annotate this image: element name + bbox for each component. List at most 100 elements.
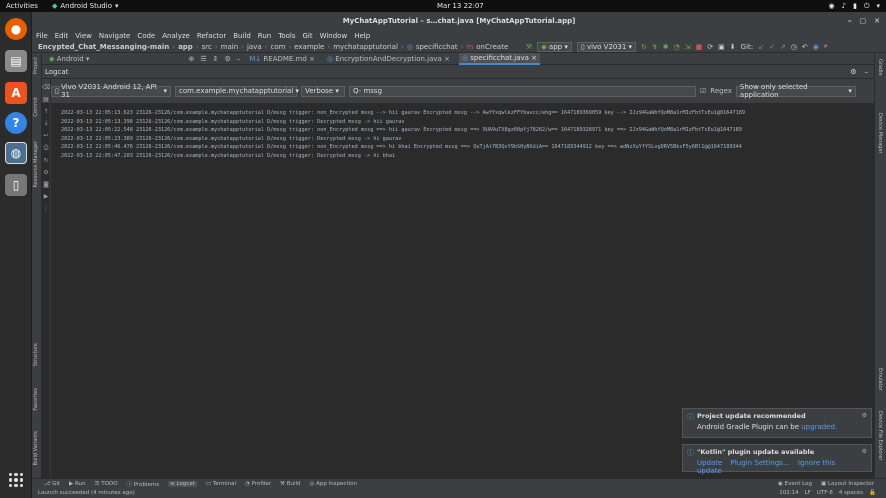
device-manager-icon[interactable]: ▣ [718,43,725,51]
git-rollback-icon[interactable]: ↶ [802,43,808,51]
log-line[interactable]: 2022-03-13 22:05:13.398 23126-23126/com.… [51,118,874,127]
gear-icon[interactable]: ⚙ [850,68,856,76]
tab-commit[interactable]: Commit [33,97,39,117]
breadcrumb-project[interactable]: Encypted_Chat_Messanging-main [38,43,169,51]
attach-debugger-icon[interactable]: ⇲ [685,43,691,51]
android-studio-icon[interactable]: ◍ [5,142,27,164]
tab-specificchat[interactable]: ◎ specificchat.java × [458,52,541,65]
tab-project[interactable]: Project [33,57,39,74]
menu-edit[interactable]: Edit [55,32,69,40]
tab-event-log[interactable]: ◉ Event Log [778,481,812,487]
scroll-end-icon[interactable]: ▤ [42,96,50,103]
rerun-icon[interactable]: ↻ [641,43,647,51]
menu-run[interactable]: Run [258,32,271,40]
menu-git[interactable]: Git [302,32,312,40]
logcat-search-input[interactable]: Q- mssg [349,85,696,97]
stop-icon[interactable]: ■ [696,43,703,51]
search-icon[interactable]: ⌕ [824,42,828,51]
tab-gradle[interactable]: Gradle [877,59,883,76]
tab-structure[interactable]: Structure [33,343,39,366]
gear-icon[interactable]: ⚙ [224,55,230,63]
expand-icon[interactable]: ⇕ [213,55,219,63]
print-icon[interactable]: ⎙ [42,144,50,152]
breadcrumb-item[interactable]: example [294,43,324,51]
sync-icon[interactable]: ⟳ [707,43,713,51]
tab-resource-manager[interactable]: Resource Manager [33,141,39,187]
profile-icon[interactable]: ◔ [674,43,680,51]
tab-run[interactable]: ▶ Run [69,481,86,487]
log-line[interactable]: 2022-03-13 22:05:23.389 23126-23126/com.… [51,135,874,144]
run-config-select[interactable]: ◆ app ▾ [537,41,572,52]
up-icon[interactable]: ↑ [42,108,50,115]
cursor-position[interactable]: 102:14 [779,490,798,496]
tab-build[interactable]: ⚒ Build [280,481,301,487]
system-tray[interactable]: ◉ ♪ ▮ ⏻ ▾ [829,2,881,11]
hide-icon[interactable]: – [237,55,241,63]
breadcrumb-item[interactable]: com [270,43,285,51]
video-icon[interactable]: ▶ [42,193,50,200]
tab-encryption[interactable]: ◎ EncryptionAndDecryption.java × [324,53,453,65]
breadcrumb-item[interactable]: app [178,43,193,51]
breadcrumb-item[interactable]: onCreate [476,43,508,51]
tab-layout-inspector[interactable]: ▣ Layout Inspector [821,481,874,487]
breadcrumb-item[interactable]: src [202,43,212,51]
git-commit-icon[interactable]: ✓ [769,43,775,51]
tab-readme[interactable]: M↓ README.md × [246,53,318,65]
locate-icon[interactable]: ⊕ [188,55,194,63]
breadcrumb-item[interactable]: main [221,43,239,51]
line-separator[interactable]: LF [805,490,811,496]
clock[interactable]: Mar 13 22:07 [437,2,484,10]
menu-refactor[interactable]: Refactor [197,32,226,40]
activities-button[interactable]: Activities [6,2,38,10]
log-line[interactable]: 2022-03-13 22:05:47.203 23126-23126/com.… [51,152,874,161]
maximize-icon[interactable]: ▢ [860,17,867,25]
collapse-icon[interactable]: ☰ [200,55,206,63]
breadcrumb-item[interactable]: mychatapptutorial [333,43,398,51]
menu-help[interactable]: Help [354,32,370,40]
debug-icon[interactable]: ✱ [663,43,669,51]
tab-app-inspection[interactable]: ◎ App Inspection [310,481,357,487]
tab-todo[interactable]: ☰ TODO [95,481,118,487]
tab-emulator[interactable]: Emulator [877,368,883,391]
menu-view[interactable]: View [75,32,92,40]
log-level-select[interactable]: Verbose ▾ [301,85,345,97]
tab-build-variants[interactable]: Build Variants [33,431,39,465]
device-select[interactable]: ▯ vivo V2031 ▾ [576,41,637,52]
tab-logcat[interactable]: ≡ Logcat [168,480,197,487]
menu-tools[interactable]: Tools [278,32,295,40]
app-menu[interactable]: ◆ Android Studio ▾ [52,2,119,10]
status-message[interactable]: Launch succeeded (4 minutes ago) [38,490,135,496]
indent-setting[interactable]: 4 spaces [839,490,863,496]
software-icon[interactable]: A [5,82,27,104]
apply-changes-icon[interactable]: ↯ [652,43,658,51]
git-push-icon[interactable]: ↗ [780,43,786,51]
firefox-icon[interactable]: ● [5,18,27,40]
log-line[interactable]: 2022-03-13 22:05:13.623 23126-23126/com.… [51,109,874,118]
menu-build[interactable]: Build [233,32,251,40]
breadcrumb-item[interactable]: specificchat [416,43,458,51]
show-apps-icon[interactable] [9,473,23,487]
menu-window[interactable]: Window [320,32,348,40]
file-encoding[interactable]: UTF-8 [817,490,833,496]
hide-icon[interactable]: – [865,68,869,76]
camera-icon[interactable]: ◙ [42,181,50,188]
git-history-icon[interactable]: ◷ [791,43,797,51]
logcat-device-select[interactable]: ▯ Vivo V2031 Android 12, API 31 ▾ [51,83,171,99]
menu-code[interactable]: Code [137,32,155,40]
help-icon[interactable]: ? [5,112,27,134]
tab-favorites[interactable]: Favorites [33,388,39,411]
close-icon[interactable]: ✕ [874,17,880,25]
upgrade-link[interactable]: upgraded. [801,423,837,431]
logcat-package-select[interactable]: com.example.mychatapptutorial ▾ [175,85,299,97]
hammer-icon[interactable]: ⚒ [526,43,532,51]
tab-terminal[interactable]: ▭ Terminal [206,481,236,487]
more-icon[interactable]: ⋮ [42,205,50,212]
tab-profiler[interactable]: ◔ Profiler [245,481,271,487]
breadcrumb-item[interactable]: java [247,43,262,51]
tab-device-file-explorer[interactable]: Device File Explorer [877,411,883,460]
menu-file[interactable]: File [36,32,48,40]
restart-icon[interactable]: ↻ [42,157,50,164]
regex-checkbox[interactable]: ☑ [700,87,706,95]
clear-icon[interactable]: ⌫ [42,84,50,91]
gear-icon[interactable]: ⚙ [862,448,867,455]
